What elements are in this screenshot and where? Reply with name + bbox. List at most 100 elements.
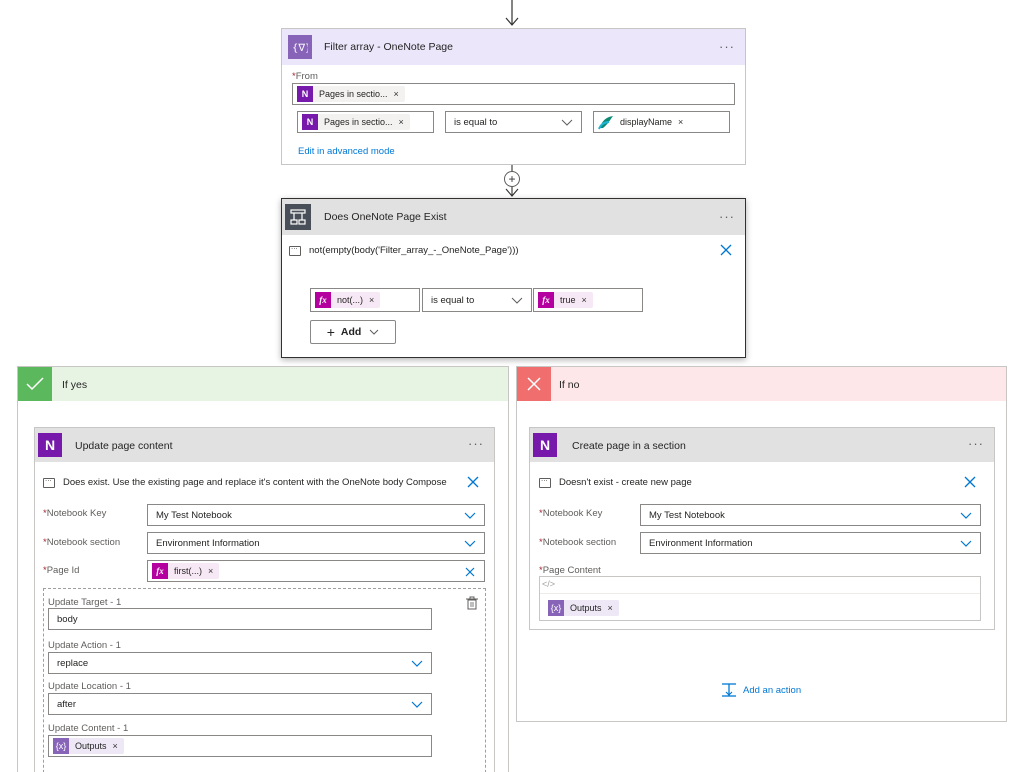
dataverse-icon	[598, 116, 613, 130]
notebook-key-select[interactable]: My Test Notebook	[640, 504, 981, 526]
update-action-label: Update Action - 1	[48, 640, 121, 651]
condition-left-field[interactable]: fx not(...) ×	[310, 288, 420, 312]
true-expression-token[interactable]: fx true ×	[538, 292, 593, 308]
token-remove-icon[interactable]: ×	[369, 295, 374, 305]
condition-right-field[interactable]: displayName ×	[593, 111, 730, 133]
chevron-down-icon	[411, 660, 423, 667]
create-page-title: Create page in a section	[572, 440, 686, 452]
from-label: *From	[292, 71, 318, 82]
condition-right-field[interactable]: fx true ×	[533, 288, 643, 312]
token-remove-icon[interactable]: ×	[608, 603, 613, 613]
notebook-section-select[interactable]: Environment Information	[640, 532, 981, 554]
plus-icon: +	[326, 324, 335, 340]
condition-menu-button[interactable]: ···	[719, 209, 735, 224]
filter-menu-button[interactable]: ···	[719, 39, 735, 54]
chevron-down-icon	[411, 701, 423, 708]
filter-array-header[interactable]: {∇} Filter array - OneNote Page ···	[282, 29, 745, 65]
condition-comment: not(empty(body('Filter_array_-_OneNote_P…	[289, 242, 519, 256]
update-target-input[interactable]: body	[48, 608, 432, 630]
variable-filter-icon: {∇}	[288, 35, 312, 59]
chevron-down-icon	[960, 540, 972, 547]
token-remove-icon[interactable]: ×	[678, 117, 683, 127]
close-comment-icon[interactable]	[467, 476, 479, 488]
notebook-key-select[interactable]: My Test Notebook	[147, 504, 485, 526]
if-yes-header[interactable]: If yes	[18, 367, 508, 401]
condition-left-field[interactable]: N Pages in sectio... ×	[297, 111, 434, 133]
add-an-action-button[interactable]: Add an action	[721, 682, 801, 698]
fx-icon: fx	[538, 292, 554, 308]
token-remove-icon[interactable]: ×	[582, 295, 587, 305]
from-token[interactable]: N Pages in sectio... ×	[297, 86, 405, 102]
page-content-editor[interactable]: </> {x} Outputs ×	[539, 576, 981, 621]
onenote-icon: N	[38, 433, 62, 457]
operator-select[interactable]: is equal to	[445, 111, 582, 133]
not-expression-token[interactable]: fx not(...) ×	[315, 292, 381, 308]
condition-title: Does OneNote Page Exist	[324, 211, 447, 223]
add-action-icon	[722, 683, 736, 697]
create-page-comment: Doesn't exist - create new page	[539, 474, 692, 488]
chevron-down-icon	[464, 540, 476, 547]
condition-right-token[interactable]: displayName ×	[598, 114, 690, 130]
update-page-content-card[interactable]: N Update page content ··· Does exist. Us…	[34, 427, 495, 772]
token-remove-icon[interactable]: ×	[399, 117, 404, 127]
notebook-section-label: *Notebook section	[43, 537, 121, 548]
condition-left-token[interactable]: N Pages in sectio... ×	[302, 114, 410, 130]
svg-text:{∇}: {∇}	[292, 43, 308, 53]
if-no-branch: If no N Create page in a section ··· Doe…	[516, 366, 1007, 722]
edit-advanced-mode-link[interactable]: Edit in advanced mode	[298, 146, 395, 157]
notebook-section-select[interactable]: Environment Information	[147, 532, 485, 554]
delete-item-icon[interactable]	[465, 596, 479, 610]
close-comment-icon[interactable]	[720, 244, 732, 256]
outputs-token[interactable]: {x} Outputs ×	[548, 600, 619, 616]
notebook-key-label: *Notebook Key	[43, 508, 107, 519]
chevron-down-icon	[369, 329, 379, 335]
create-page-card[interactable]: N Create page in a section ··· Doesn't e…	[529, 427, 995, 630]
notebook-section-label: *Notebook section	[539, 537, 617, 548]
comment-icon	[539, 474, 551, 488]
first-expression-token[interactable]: fx first(...) ×	[152, 563, 220, 579]
update-page-title: Update page content	[75, 440, 173, 452]
page-id-field[interactable]: fx first(...) ×	[147, 560, 485, 582]
chevron-down-icon	[511, 297, 523, 304]
filter-array-card[interactable]: {∇} Filter array - OneNote Page ··· *Fro…	[281, 28, 746, 165]
update-location-label: Update Location - 1	[48, 681, 131, 692]
notebook-key-label: *Notebook Key	[539, 508, 603, 519]
update-target-label: Update Target - 1	[48, 597, 122, 608]
chevron-down-icon	[464, 512, 476, 519]
clear-field-icon[interactable]	[465, 567, 475, 577]
update-location-select[interactable]: after	[48, 693, 432, 715]
if-yes-branch: If yes N Update page content ··· Does ex…	[17, 366, 509, 772]
variable-icon: {x}	[548, 600, 564, 616]
create-page-menu-button[interactable]: ···	[968, 436, 984, 451]
add-condition-button[interactable]: + Add	[310, 320, 396, 344]
update-content-field[interactable]: {x} Outputs ×	[48, 735, 432, 757]
chevron-down-icon	[561, 119, 573, 126]
token-remove-icon[interactable]: ×	[113, 741, 118, 751]
chevron-down-icon	[960, 512, 972, 519]
close-icon	[517, 367, 551, 401]
update-item-group: Update Target - 1 body Update Action - 1…	[43, 588, 486, 772]
insert-step-plus-button[interactable]: +	[504, 171, 520, 187]
if-yes-label: If yes	[62, 379, 88, 391]
onenote-icon: N	[297, 86, 313, 102]
create-page-header[interactable]: N Create page in a section ···	[530, 428, 994, 462]
update-page-comment: Does exist. Use the existing page and re…	[43, 474, 447, 488]
condition-header[interactable]: Does OneNote Page Exist ···	[282, 199, 745, 235]
update-action-select[interactable]: replace	[48, 652, 432, 674]
onenote-icon: N	[533, 433, 557, 457]
connector-arrow-top	[505, 0, 519, 26]
condition-operator-select[interactable]: is equal to	[422, 288, 532, 312]
token-remove-icon[interactable]: ×	[394, 89, 399, 99]
code-view-icon[interactable]: </>	[542, 579, 555, 593]
condition-card[interactable]: Does OneNote Page Exist ··· not(empty(bo…	[281, 198, 746, 358]
token-remove-icon[interactable]: ×	[208, 566, 213, 576]
from-field[interactable]: N Pages in sectio... ×	[292, 83, 735, 105]
comment-icon	[43, 474, 55, 488]
if-no-header[interactable]: If no	[517, 367, 1006, 401]
outputs-token[interactable]: {x} Outputs ×	[53, 738, 124, 754]
update-content-label: Update Content - 1	[48, 723, 129, 734]
update-page-header[interactable]: N Update page content ···	[35, 428, 494, 462]
update-page-menu-button[interactable]: ···	[468, 436, 484, 451]
check-icon	[18, 367, 52, 401]
close-comment-icon[interactable]	[964, 476, 976, 488]
